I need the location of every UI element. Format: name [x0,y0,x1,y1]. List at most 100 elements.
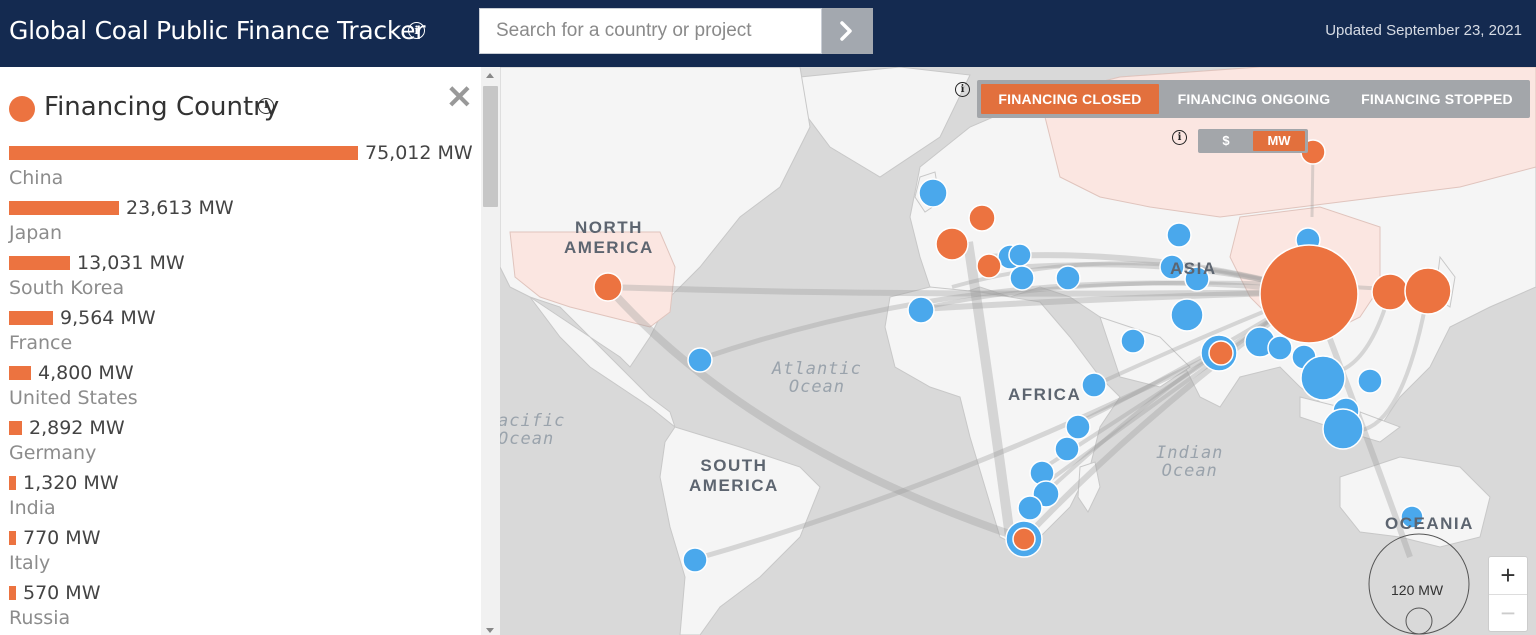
legend-title: Financing Country [44,92,280,122]
updated-date: Updated September 23, 2021 [1325,22,1522,39]
country-bar [9,531,16,545]
financing-bubble [935,227,969,261]
label-pacific: acific Ocean [500,412,565,448]
label-text: Atlantic Ocean [772,359,862,397]
country-value: 75,012 MW [365,142,473,164]
scroll-down-icon[interactable] [486,628,494,633]
size-legend-small [1405,607,1433,635]
country-name: Germany [9,442,97,464]
financing-bubble [976,253,1002,279]
financing-status-toggle: FINANCING CLOSED FINANCING ONGOING FINAN… [977,80,1530,118]
info-icon[interactable]: i [408,22,425,39]
country-row[interactable]: 770 MW Italy [9,524,479,579]
search-box [479,8,822,54]
recipient-bubble [1322,408,1364,450]
recipient-bubble [1357,368,1383,394]
recipient-bubble [682,547,708,573]
recipient-bubble [1008,243,1032,267]
info-icon[interactable]: i [258,98,274,114]
country-name: Japan [9,222,62,244]
label-text: NORTH AMERICA [564,218,654,257]
unit-toggle: $ MW [1198,129,1308,153]
financing-bubble [1012,527,1036,551]
financing-country-panel: Financing Country i ✕ 75,012 MW China 23,6… [0,67,481,635]
country-name: Russia [9,607,71,629]
app-header: Global Coal Public Finance Tracker i Upd… [0,0,1536,67]
financing-bubble [968,204,996,232]
country-row[interactable]: 1,320 MW India [9,469,479,524]
recipient-bubble [687,347,713,373]
info-icon[interactable]: i [1172,130,1187,145]
country-bar [9,201,119,215]
country-value: 9,564 MW [60,307,156,329]
country-row[interactable]: 23,613 MW Japan [9,194,479,249]
country-value: 1,320 MW [23,472,119,494]
country-value: 2,892 MW [29,417,125,439]
scroll-thumb[interactable] [483,86,498,207]
recipient-bubble [1054,436,1080,462]
country-value: 23,613 MW [126,197,234,219]
recipient-bubble [1017,495,1043,521]
financing-bubble [1371,273,1409,311]
legend-dot [9,96,35,122]
label-south-america: SOUTH AMERICA [689,456,779,496]
close-icon[interactable]: ✕ [446,81,473,113]
country-bar [9,586,16,600]
unit-dollar-button[interactable]: $ [1201,131,1251,151]
country-name: China [9,167,64,189]
country-value: 570 MW [23,582,101,604]
label-atlantic: Atlantic Ocean [772,360,862,396]
label-asia: ASIA [1170,259,1217,278]
label-africa: AFRICA [1008,385,1082,404]
financing-bubble [1404,267,1452,315]
country-name: South Korea [9,277,125,299]
recipient-bubble [1170,298,1204,332]
size-legend-label: 120 MW [1391,582,1444,598]
label-text: SOUTH AMERICA [689,456,779,495]
panel-scrollbar[interactable] [481,67,500,635]
country-row[interactable]: 75,012 MW China [9,139,479,194]
unit-mw-button[interactable]: MW [1253,131,1305,151]
world-map[interactable]: NORTH AMERICA SOUTH AMERICA AFRICA ASIA … [500,67,1536,635]
country-bar [9,256,70,270]
recipient-bubble [918,178,948,208]
country-value: 770 MW [23,527,101,549]
zoom-in-button[interactable]: + [1489,557,1527,595]
country-name: Italy [9,552,51,574]
country-bar [9,311,53,325]
country-row[interactable]: 570 MW Russia [9,579,479,634]
recipient-bubble [1267,335,1293,361]
recipient-bubble [1065,414,1091,440]
search-button[interactable] [822,8,873,54]
country-bar [9,146,358,160]
country-row[interactable]: 4,800 MW United States [9,359,479,414]
label-text: Indian Ocean [1156,443,1224,481]
recipient-bubble [1055,265,1081,291]
country-row[interactable]: 13,031 MW South Korea [9,249,479,304]
country-bar [9,476,16,490]
country-value: 13,031 MW [77,252,185,274]
label-indian: Indian Ocean [1156,444,1223,480]
country-name: India [9,497,56,519]
country-name: United States [9,387,138,409]
recipient-bubble [1120,328,1146,354]
financing-bubble [1208,340,1234,366]
recipient-bubble [1300,355,1346,401]
app-title[interactable]: Global Coal Public Finance Tracker [9,16,425,45]
info-icon[interactable]: i [955,82,970,97]
country-name: France [9,332,73,354]
country-row[interactable]: 9,564 MW France [9,304,479,359]
financing-bubble [1259,244,1359,344]
recipient-bubble [907,296,935,324]
tab-financing-ongoing[interactable]: FINANCING ONGOING [1165,84,1343,114]
map-canvas [500,67,1536,635]
recipient-bubble [1166,222,1192,248]
search-input[interactable] [480,9,816,53]
label-text: acific Ocean [500,411,566,449]
zoom-out-button[interactable]: − [1489,595,1527,632]
tab-financing-stopped[interactable]: FINANCING STOPPED [1347,84,1527,114]
scroll-up-icon[interactable] [486,73,494,78]
tab-financing-closed[interactable]: FINANCING CLOSED [981,84,1159,114]
country-value: 4,800 MW [38,362,134,384]
country-row[interactable]: 2,892 MW Germany [9,414,479,469]
